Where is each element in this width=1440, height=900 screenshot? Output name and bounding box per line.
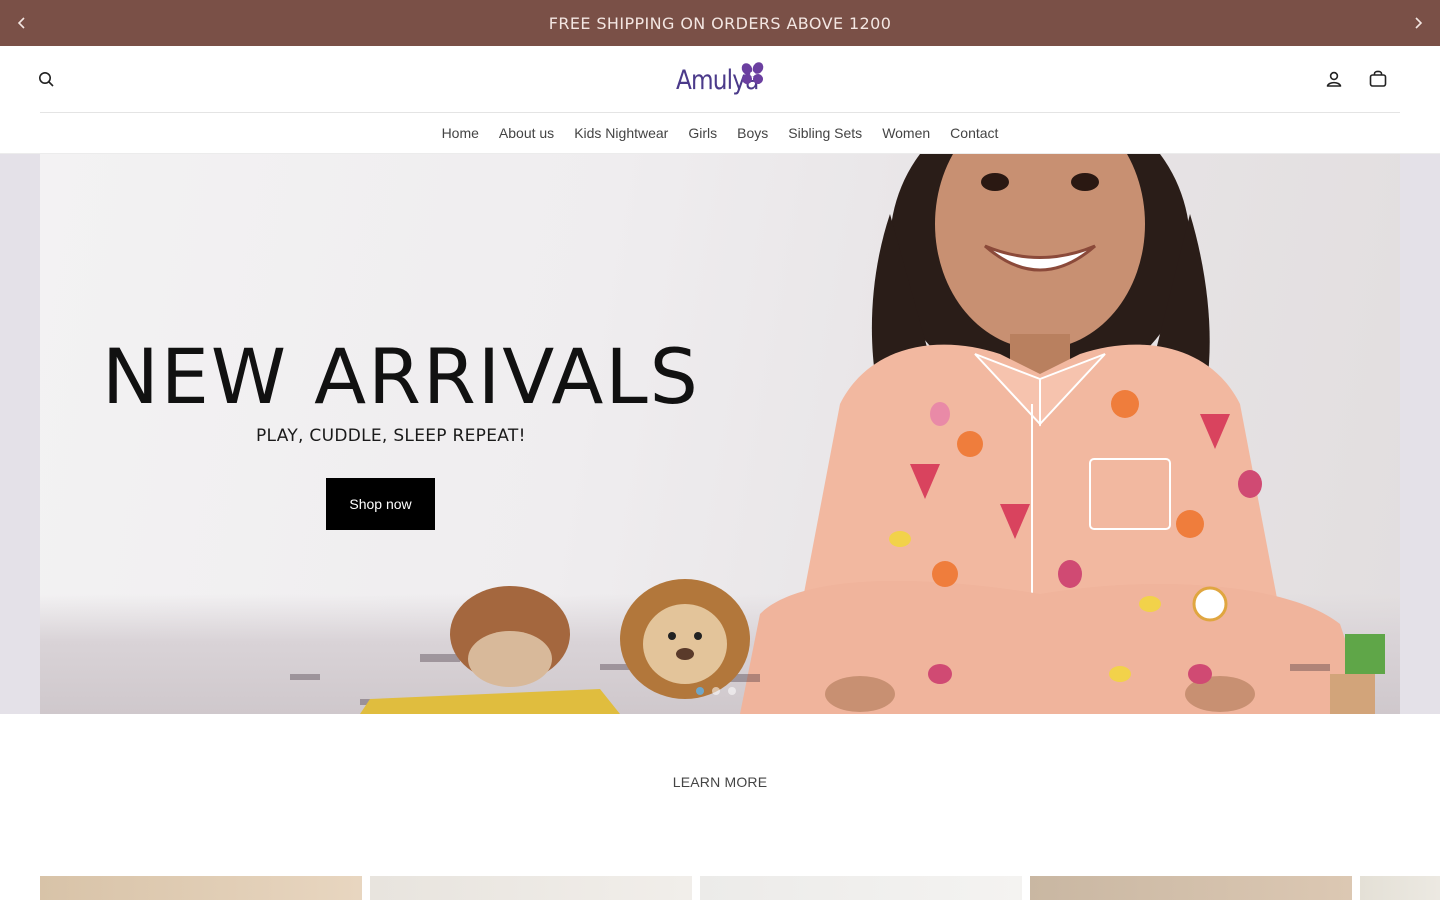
shop-now-button[interactable]: Shop now [326, 478, 435, 530]
nav-item-about-us[interactable]: About us [489, 125, 564, 141]
flower-icon [741, 62, 764, 84]
slide-dot[interactable] [712, 687, 720, 695]
site-logo[interactable]: Amulya [676, 58, 768, 102]
nav-item-girls[interactable]: Girls [678, 125, 727, 141]
nav-item-contact[interactable]: Contact [940, 125, 1008, 141]
learn-more-section: LEARN MORE [0, 774, 1440, 790]
nav-item-sibling-sets[interactable]: Sibling Sets [778, 125, 872, 141]
account-icon[interactable] [1322, 67, 1346, 91]
hero-banner: NEW ARRIVALS PLAY, CUDDLE, SLEEP REPEAT!… [40, 154, 1400, 714]
nav-item-kids-nightwear[interactable]: Kids Nightwear [564, 125, 678, 141]
nav-item-boys[interactable]: Boys [727, 125, 778, 141]
hero-image [290, 154, 1385, 714]
nav-item-home[interactable]: Home [432, 125, 489, 141]
nav-item-women[interactable]: Women [872, 125, 940, 141]
chevron-right-icon[interactable] [1408, 13, 1428, 33]
site-header: Amulya [0, 46, 1440, 113]
announcement-bar: FREE SHIPPING ON ORDERS ABOVE 1200 [0, 0, 1440, 46]
slide-dot[interactable] [696, 687, 704, 695]
slide-dot[interactable] [728, 687, 736, 695]
product-card[interactable] [1360, 876, 1440, 900]
hero-heading: NEW ARRIVALS [102, 332, 700, 421]
product-card[interactable] [40, 876, 362, 900]
bag-icon[interactable] [1366, 67, 1390, 91]
product-card[interactable] [370, 876, 692, 900]
chevron-left-icon[interactable] [12, 13, 32, 33]
product-card[interactable] [1030, 876, 1352, 900]
main-nav: Home About us Kids Nightwear Girls Boys … [0, 113, 1440, 153]
announcement-text: FREE SHIPPING ON ORDERS ABOVE 1200 [548, 13, 892, 33]
hero-subheading: PLAY, CUDDLE, SLEEP REPEAT! [256, 426, 526, 446]
search-icon[interactable] [34, 67, 58, 91]
slide-indicators [696, 687, 736, 695]
product-card[interactable] [700, 876, 1022, 900]
learn-more-link[interactable]: LEARN MORE [673, 774, 768, 790]
